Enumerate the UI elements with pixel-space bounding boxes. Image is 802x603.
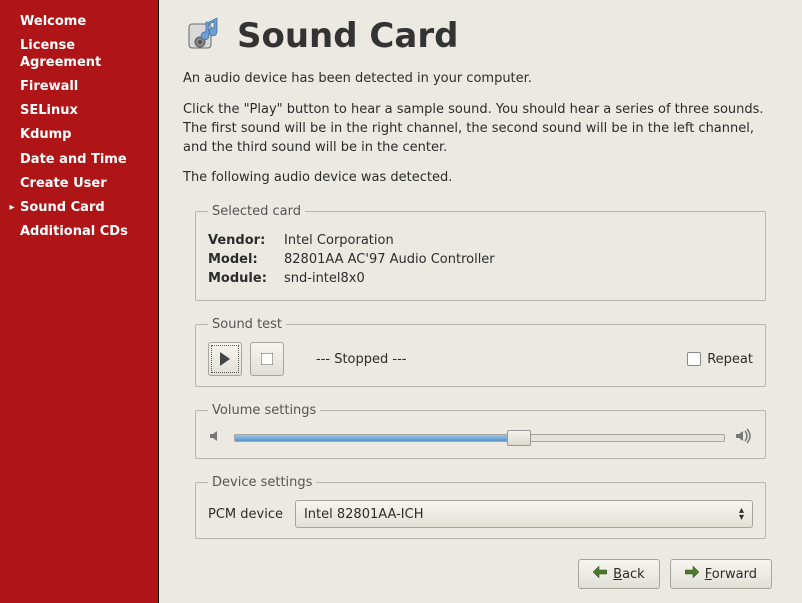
sidebar-item-kdump[interactable]: Kdump (0, 123, 158, 147)
slider-thumb (507, 430, 531, 446)
main-content: Sound Card An audio device has been dete… (159, 0, 802, 603)
sidebar-item-datetime[interactable]: Date and Time (0, 148, 158, 172)
sidebar-item-label: Create User (18, 176, 152, 192)
sidebar-item-label: Date and Time (18, 152, 152, 168)
device-settings-group: Device settings PCM device Intel 82801AA… (195, 475, 766, 539)
pcm-device-select[interactable]: Intel 82801AA-ICH ▴▾ (295, 500, 753, 528)
play-icon (219, 352, 231, 366)
repeat-label: Repeat (707, 352, 753, 367)
sidebar-item-license[interactable]: License Agreement (0, 34, 158, 75)
repeat-checkbox[interactable]: Repeat (687, 352, 753, 367)
playback-status: --- Stopped --- (316, 352, 406, 367)
page-title: Sound Card (237, 16, 458, 56)
footer: Back Forward (183, 549, 778, 593)
volume-slider[interactable] (234, 434, 725, 442)
title-row: Sound Card (183, 14, 778, 58)
arrow-left-icon (593, 566, 607, 582)
sidebar-item-welcome[interactable]: Welcome (0, 10, 158, 34)
sound-card-icon (183, 14, 227, 58)
pcm-device-label: PCM device (208, 507, 283, 522)
sidebar-item-label: Welcome (18, 14, 152, 30)
play-button[interactable] (208, 342, 242, 376)
arrow-right-icon (685, 566, 699, 582)
pcm-device-value: Intel 82801AA-ICH (304, 507, 424, 522)
model-label: Model: (208, 252, 274, 267)
sidebar-item-label: Firewall (18, 79, 152, 95)
slider-fill (235, 435, 519, 441)
sidebar-item-label: Sound Card (18, 200, 152, 216)
sidebar-item-label: SELinux (18, 103, 152, 119)
module-row: Module: snd-intel8x0 (208, 271, 753, 286)
sound-test-legend: Sound test (208, 317, 286, 332)
intro-text-2: Click the "Play" button to hear a sample… (183, 101, 778, 158)
volume-high-icon (735, 428, 753, 448)
intro-text-3: The following audio device was detected. (183, 169, 778, 188)
sidebar: Welcome License Agreement Firewall SELin… (0, 0, 158, 603)
stop-icon (261, 353, 273, 365)
model-value: 82801AA AC'97 Audio Controller (284, 252, 495, 267)
volume-low-icon (208, 428, 224, 448)
vendor-label: Vendor: (208, 233, 274, 248)
sidebar-item-firewall[interactable]: Firewall (0, 75, 158, 99)
forward-label: Forward (705, 567, 757, 582)
sidebar-item-label: Kdump (18, 127, 152, 143)
intro-text-1: An audio device has been detected in you… (183, 70, 778, 89)
forward-button[interactable]: Forward (670, 559, 772, 589)
volume-settings-group: Volume settings (195, 403, 766, 459)
stop-button[interactable] (250, 342, 284, 376)
sidebar-item-selinux[interactable]: SELinux (0, 99, 158, 123)
module-label: Module: (208, 271, 274, 286)
sidebar-item-label: Additional CDs (18, 224, 152, 240)
vendor-value: Intel Corporation (284, 233, 394, 248)
sound-test-group: Sound test --- Stopped --- Repeat (195, 317, 766, 387)
sidebar-item-createuser[interactable]: Create User (0, 172, 158, 196)
volume-legend: Volume settings (208, 403, 320, 418)
selected-card-group: Selected card Vendor: Intel Corporation … (195, 204, 766, 301)
device-legend: Device settings (208, 475, 316, 490)
back-label: Back (613, 567, 645, 582)
checkbox-box (687, 352, 701, 366)
updown-icon: ▴▾ (739, 507, 744, 521)
chevron-right-icon: ▸ (6, 202, 18, 215)
sidebar-item-additionalcds[interactable]: Additional CDs (0, 220, 158, 244)
vendor-row: Vendor: Intel Corporation (208, 233, 753, 248)
sidebar-item-soundcard[interactable]: ▸ Sound Card (0, 196, 158, 220)
selected-card-legend: Selected card (208, 204, 305, 219)
model-row: Model: 82801AA AC'97 Audio Controller (208, 252, 753, 267)
sidebar-item-label: License Agreement (18, 38, 152, 71)
module-value: snd-intel8x0 (284, 271, 365, 286)
back-button[interactable]: Back (578, 559, 660, 589)
